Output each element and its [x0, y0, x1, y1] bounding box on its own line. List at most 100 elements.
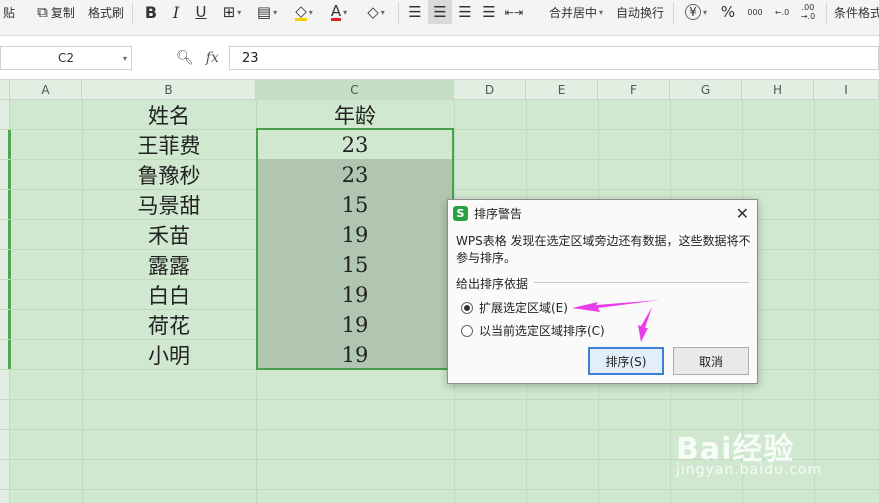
merge-center-button[interactable]: 合并居中 ▾: [544, 0, 608, 24]
radio-label: 以当前选定区域排序(C): [479, 324, 605, 338]
radio-current-selection[interactable]: 以当前选定区域排序(C): [461, 322, 605, 339]
align-right-button[interactable]: ☰: [454, 0, 476, 24]
chevron-down-icon[interactable]: ▾: [123, 54, 127, 63]
group-label: 给出排序依据: [456, 275, 535, 292]
corner-header[interactable]: [0, 80, 10, 100]
distribute-button[interactable]: ⇤⇥: [503, 0, 525, 24]
align-left-button[interactable]: ☰: [404, 0, 426, 24]
copy-label: 复制: [50, 5, 75, 20]
column-header-h[interactable]: H: [742, 80, 814, 100]
fill-color-button[interactable]: ◇ ▾: [288, 0, 320, 24]
yen-icon: ¥: [684, 4, 701, 20]
cell-age[interactable]: 15: [256, 190, 454, 220]
cell-style-button[interactable]: ▤ ▾: [252, 0, 282, 24]
border-icon: ⊞: [222, 3, 236, 21]
ribbon-toolbar: 贴 ⧉ 复制 格式刷 B I U ⊞ ▾ ▤ ▾ ◇ ▾ A ▾ ◇ ▾ ☰ ☰ ☰ ☰ …: [0, 0, 879, 36]
column-header-f[interactable]: F: [598, 80, 670, 100]
column-label: I: [844, 82, 848, 97]
cell-name[interactable]: 荷花: [82, 310, 256, 340]
cell-name[interactable]: 马景甜: [82, 190, 256, 220]
decrease-decimal-button[interactable]: .00 →.0: [796, 0, 820, 24]
chevron-down-icon: ▾: [308, 7, 313, 17]
cell-name[interactable]: 小明: [82, 340, 256, 370]
format-painter-label: 格式刷: [87, 5, 124, 20]
column-label: E: [557, 82, 566, 97]
distribute-icon: ⇤⇥: [504, 5, 524, 19]
cell-name[interactable]: 王菲费: [82, 130, 256, 160]
name-box-value: C2: [57, 51, 74, 65]
wps-logo-icon: S: [453, 205, 468, 221]
fill-bucket-icon: ◇: [295, 1, 307, 21]
column-header-a[interactable]: A: [10, 80, 82, 100]
fx-icon[interactable]: fx: [206, 50, 219, 66]
cell-header-age[interactable]: 年龄: [256, 100, 454, 130]
dialog-titlebar[interactable]: S 排序警告 ✕: [448, 200, 757, 226]
column-header-g[interactable]: G: [670, 80, 742, 100]
cancel-button[interactable]: 取消: [673, 347, 749, 375]
italic-button[interactable]: I: [166, 0, 186, 24]
column-header-d[interactable]: D: [454, 80, 526, 100]
radio-button[interactable]: [461, 324, 473, 337]
formula-icons: 🔍︎ fx: [176, 46, 219, 70]
formula-input[interactable]: 23: [229, 46, 879, 70]
copy-button[interactable]: ⧉ 复制: [32, 0, 80, 24]
cell-age[interactable]: 19: [256, 280, 454, 310]
wrap-text-button[interactable]: 自动换行: [614, 0, 666, 24]
paste-label: 贴: [2, 5, 15, 20]
column-header-c[interactable]: C: [256, 80, 454, 100]
paste-button[interactable]: 贴: [0, 0, 18, 24]
grid-line: [0, 399, 879, 400]
dialog-title: 排序警告: [474, 206, 523, 221]
chevron-down-icon: ▾: [273, 7, 278, 17]
cell-name[interactable]: 白白: [82, 280, 256, 310]
column-header-i[interactable]: I: [814, 80, 879, 100]
baidu-watermark: Bai经验 jingyan.baidu.com: [676, 424, 876, 494]
copy-icon: ⧉: [37, 3, 48, 21]
currency-button[interactable]: ¥ ▾: [680, 0, 712, 24]
bold-icon: B: [144, 2, 158, 22]
cell-age[interactable]: 19: [256, 310, 454, 340]
thousands-button[interactable]: 000: [744, 0, 766, 24]
cell-age[interactable]: 23: [256, 160, 454, 190]
italic-icon: I: [172, 2, 180, 22]
cell-name[interactable]: 禾苗: [82, 220, 256, 250]
justify-button[interactable]: ☰: [478, 0, 500, 24]
chevron-down-icon: ▾: [599, 7, 604, 17]
column-header-b[interactable]: B: [82, 80, 256, 100]
column-label: A: [41, 82, 50, 97]
font-color-button[interactable]: A ▾: [324, 0, 354, 24]
cell-age[interactable]: 19: [256, 220, 454, 250]
decrease-decimal-icon: .00: [801, 3, 815, 12]
decrease-decimal-icon-2: →.0: [800, 12, 816, 21]
format-painter-button[interactable]: 格式刷: [84, 0, 128, 24]
align-center-button[interactable]: ☰: [428, 0, 452, 24]
sort-button[interactable]: 排序(S): [588, 347, 664, 375]
clear-button[interactable]: ◇ ▾: [360, 0, 392, 24]
percent-button[interactable]: %: [716, 0, 740, 24]
cell-name[interactable]: 露露: [82, 250, 256, 280]
dialog-message: WPS表格 发现在选定区域旁边还有数据，这些数据将不参与排序。: [456, 234, 751, 265]
eraser-icon: ◇: [367, 3, 379, 21]
increase-decimal-icon: ←.0: [774, 7, 790, 17]
cell-age[interactable]: 23: [256, 130, 454, 160]
cell-age[interactable]: 15: [256, 250, 454, 280]
radio-button-checked[interactable]: [461, 301, 473, 314]
column-label: G: [700, 82, 711, 97]
zoom-search-icon[interactable]: 🔍︎: [176, 50, 194, 66]
cell-age[interactable]: 19: [256, 340, 454, 370]
sort-warning-dialog: S 排序警告 ✕ WPS表格 发现在选定区域旁边还有数据，这些数据将不参与排序。…: [447, 199, 758, 384]
cell-header-name[interactable]: 姓名: [82, 100, 256, 130]
cell-name[interactable]: 鲁豫秒: [82, 160, 256, 190]
close-icon[interactable]: ✕: [736, 204, 749, 223]
column-label: D: [484, 82, 495, 97]
underline-button[interactable]: U: [191, 0, 211, 24]
radio-expand-selection[interactable]: 扩展选定区域(E): [461, 299, 568, 316]
increase-decimal-button[interactable]: ←.0: [770, 0, 794, 24]
column-label: B: [164, 82, 173, 97]
chevron-down-icon: ▾: [237, 7, 242, 17]
conditional-format-button[interactable]: 条件格式: [834, 0, 879, 24]
bold-button[interactable]: B: [140, 0, 162, 24]
name-box[interactable]: C2 ▾: [0, 46, 132, 70]
column-header-e[interactable]: E: [526, 80, 598, 100]
border-button[interactable]: ⊞ ▾: [218, 0, 246, 24]
